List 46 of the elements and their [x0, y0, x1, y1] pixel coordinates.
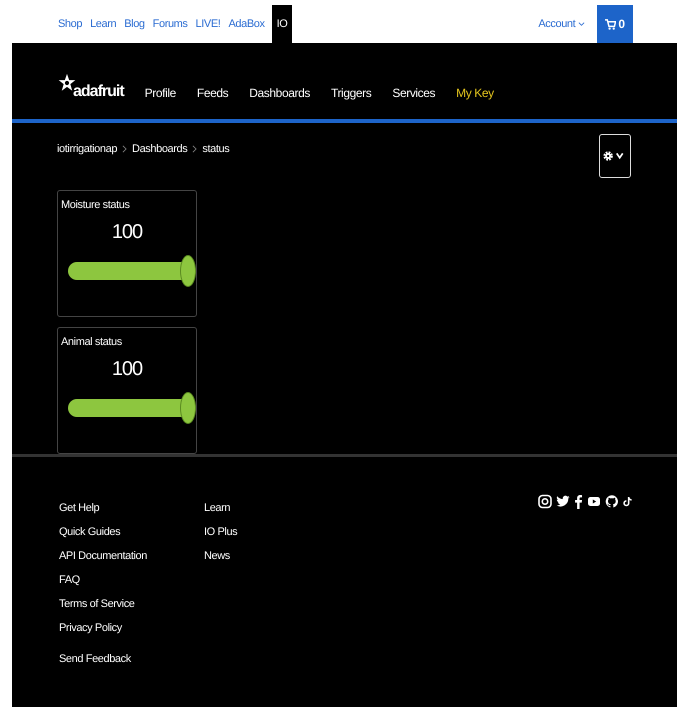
cart-button[interactable]: 0 — [597, 5, 633, 43]
twitter-icon[interactable] — [556, 494, 570, 508]
slider[interactable] — [68, 392, 196, 424]
nav-link[interactable]: Feeds — [196, 86, 228, 100]
top-link[interactable]: Forums — [152, 5, 189, 43]
footer-link[interactable]: Privacy Policy — [59, 621, 204, 645]
breadcrumb-link[interactable]: status — [202, 143, 230, 155]
top-link[interactable]: LIVE! — [194, 5, 222, 43]
top-link[interactable]: Learn — [89, 5, 118, 43]
feedback-link[interactable]: Send Feedback — [59, 652, 204, 676]
top-link[interactable]: IO — [272, 5, 292, 43]
nav-link[interactable]: Dashboards — [249, 86, 310, 100]
chevron-right-icon — [192, 145, 198, 153]
nav-link[interactable]: Services — [392, 86, 436, 100]
breadcrumb-link[interactable]: iotirrigationap — [57, 143, 118, 155]
settings-button[interactable] — [599, 134, 631, 178]
footer-link[interactable]: FAQ — [59, 573, 204, 597]
footer-link[interactable]: Terms of Service — [59, 597, 204, 621]
nav-link[interactable]: Profile — [144, 86, 176, 100]
brand-name[interactable]: adafruit — [73, 83, 124, 101]
block-title: Animal status — [61, 336, 123, 348]
footer-link[interactable]: Quick Guides — [59, 525, 204, 549]
nav-link[interactable]: Triggers — [330, 86, 372, 100]
footer-link[interactable]: Get Help — [59, 501, 204, 525]
breadcrumb-link[interactable]: Dashboards — [132, 143, 188, 155]
facebook-icon[interactable] — [574, 494, 583, 508]
footer-link[interactable]: API Documentation — [59, 549, 204, 573]
slider[interactable] — [68, 255, 196, 287]
top-link[interactable]: Shop — [57, 5, 84, 43]
top-link[interactable]: Blog — [123, 5, 146, 43]
instagram-icon[interactable] — [538, 494, 552, 508]
slider-thumb[interactable] — [180, 255, 196, 287]
account-menu[interactable]: Account — [538, 5, 586, 43]
chevron-right-icon — [122, 145, 128, 153]
cart-icon — [605, 18, 616, 30]
slider-value: 100 — [110, 358, 144, 381]
slider-value: 100 — [110, 221, 144, 244]
block-title: Moisture status — [61, 199, 131, 211]
footer-link[interactable]: IO Plus — [204, 525, 538, 549]
nav-link[interactable]: My Key — [456, 86, 494, 100]
chevron-icon — [578, 21, 586, 27]
footer-link[interactable]: Learn — [204, 501, 538, 525]
top-link[interactable]: AdaBox — [227, 5, 266, 43]
slider-thumb[interactable] — [180, 392, 196, 424]
footer-link[interactable]: News — [204, 549, 538, 573]
github-icon[interactable] — [605, 494, 619, 508]
